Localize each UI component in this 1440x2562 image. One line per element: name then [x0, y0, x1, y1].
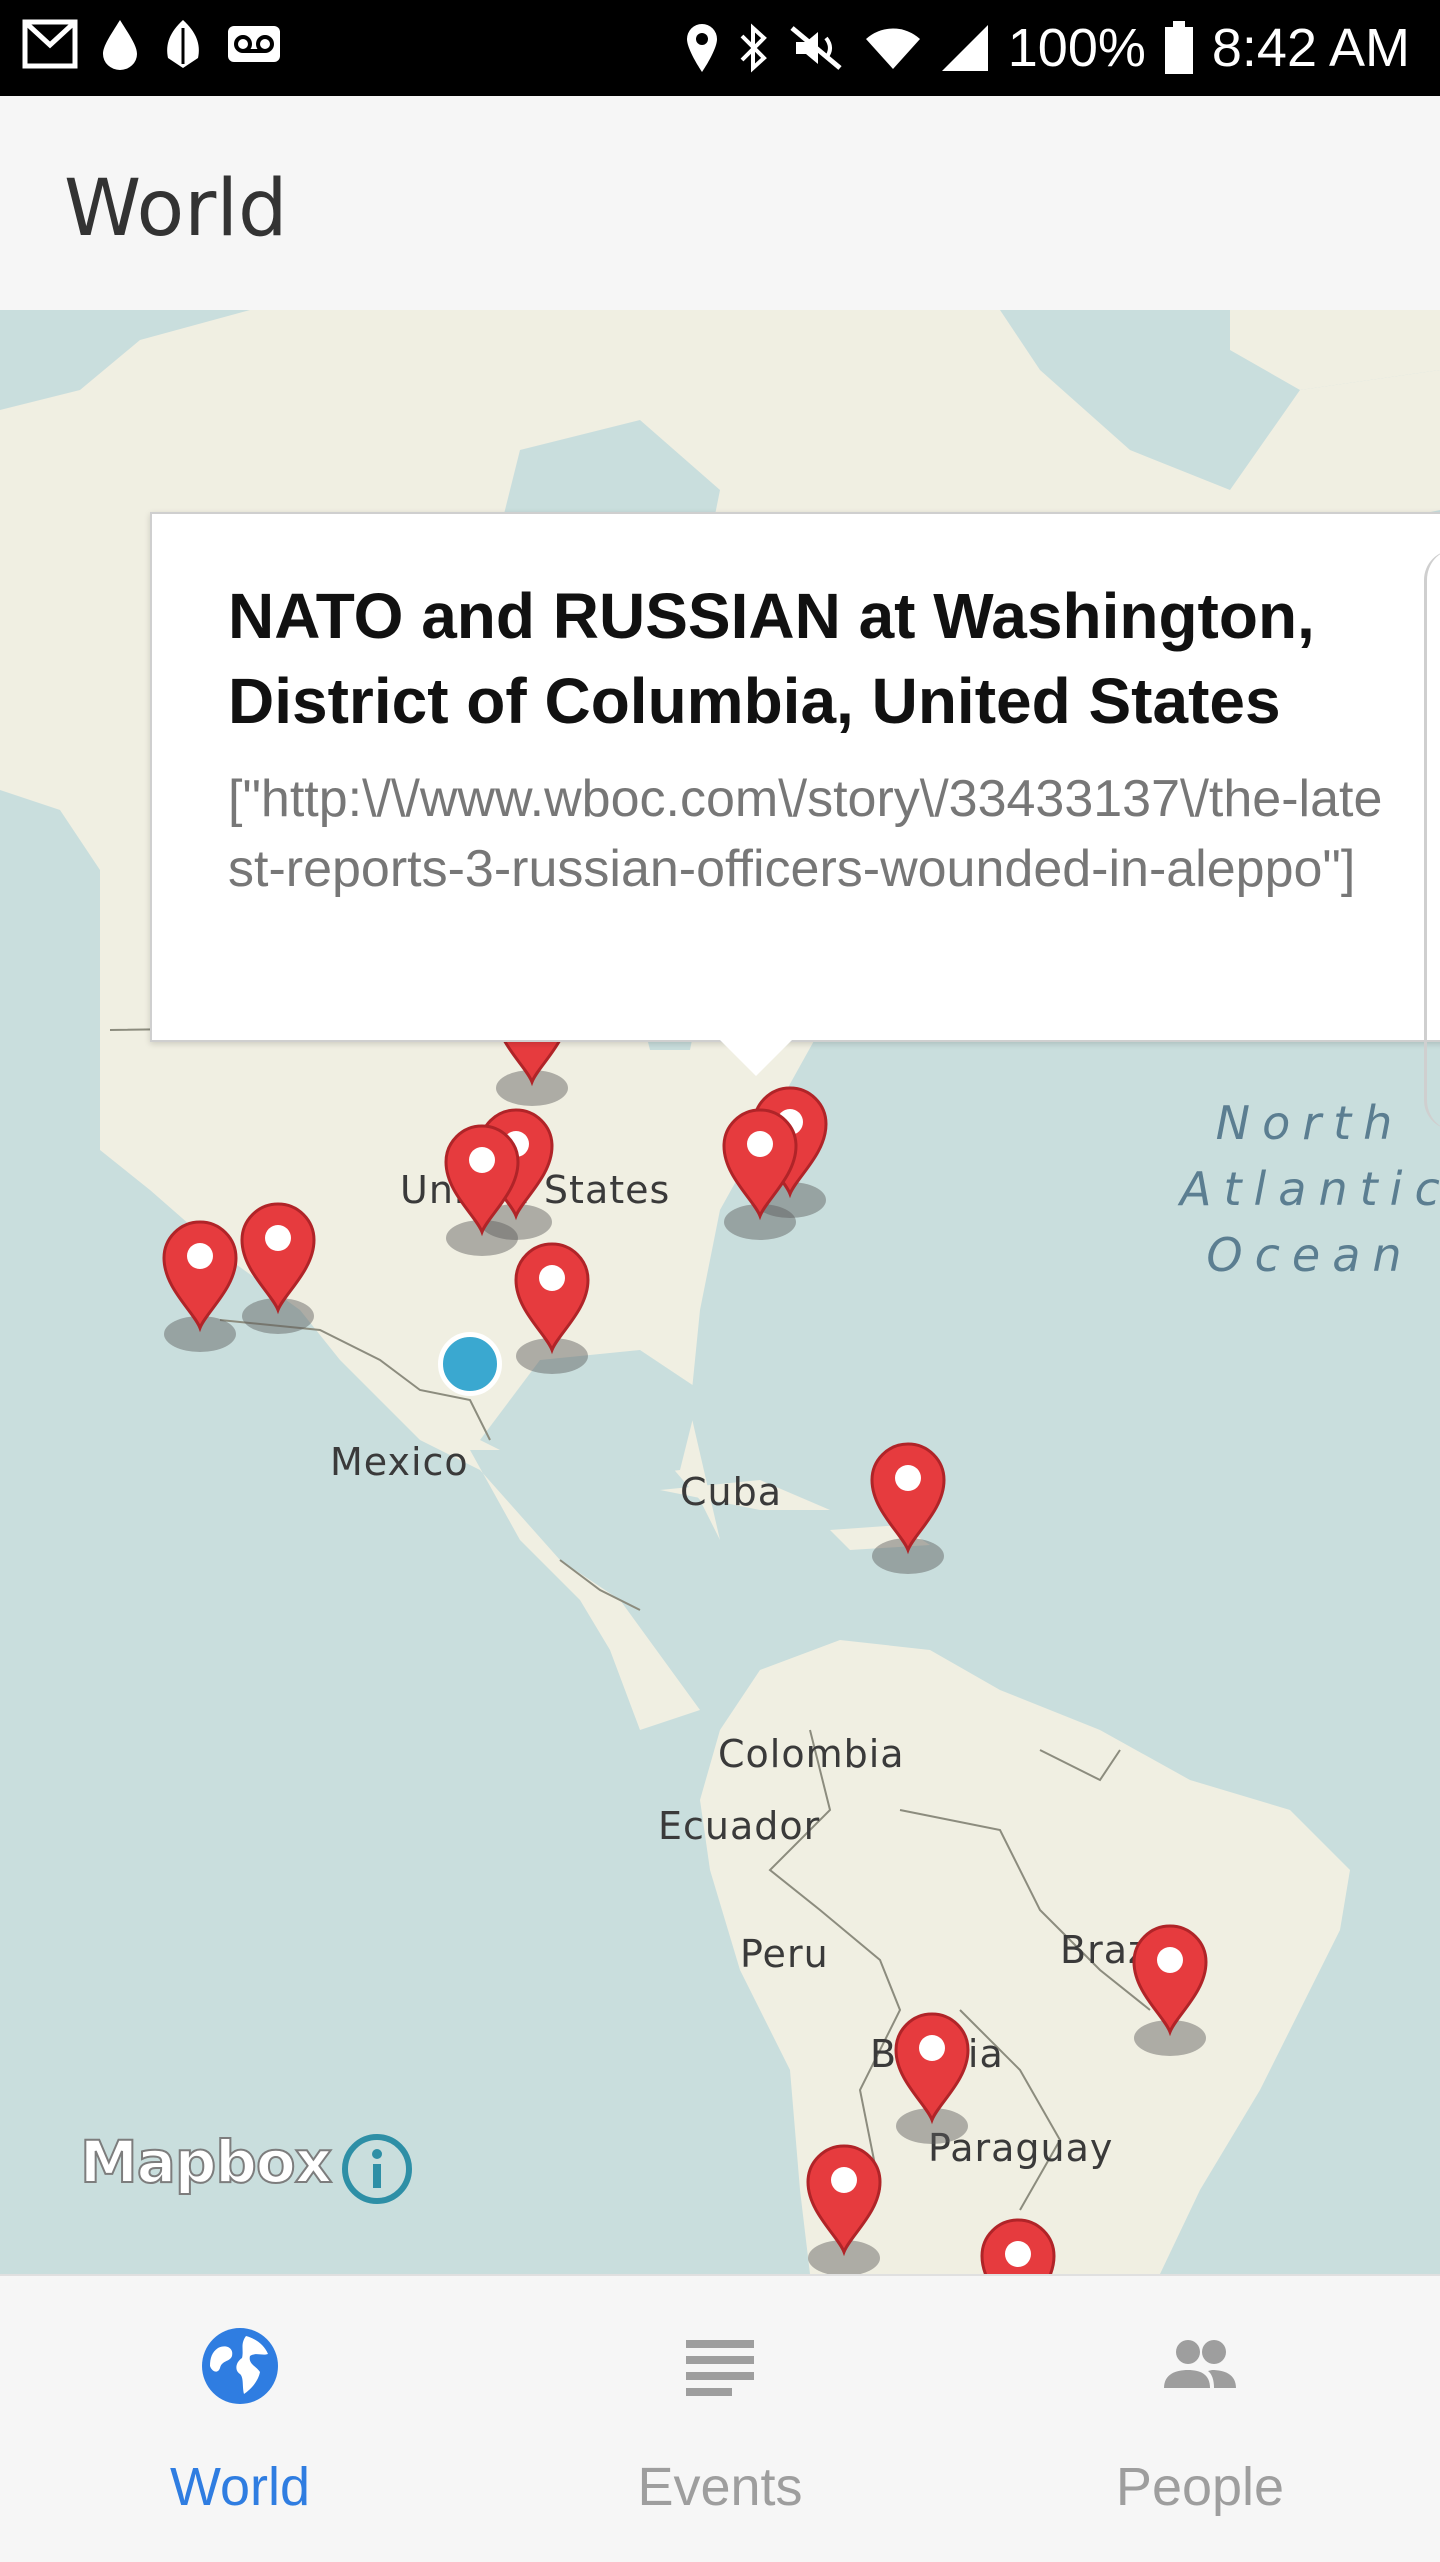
nav-item-people[interactable]: People [1050, 2276, 1350, 2562]
battery-icon [1164, 21, 1194, 75]
map-label-peru: Peru [740, 1932, 829, 1976]
nav-label-people: People [1115, 2457, 1285, 2517]
map-label-ecuador: Ecuador [658, 1804, 821, 1848]
callout-link[interactable]: ["http:\/\/www.wboc.com\/story\/33433137… [228, 764, 1388, 904]
nav-item-events[interactable]: Events [570, 2276, 870, 2562]
people-icon [1164, 2340, 1236, 2388]
nav-label-world: World [169, 2457, 311, 2517]
leaf-icon [162, 18, 204, 70]
marker-callout[interactable]: NATO and RUSSIAN at Washington, District… [150, 512, 1440, 1042]
mute-icon [786, 22, 846, 74]
callout-title: NATO and RUSSIAN at Washington, District… [228, 580, 1315, 737]
map-marker[interactable] [976, 2214, 1060, 2274]
app-bar: World [0, 96, 1440, 310]
list-icon [686, 2340, 754, 2396]
globe-icon [202, 2328, 278, 2404]
map-marker[interactable] [718, 1104, 802, 1244]
map-label-mexico: Mexico [330, 1440, 469, 1484]
location-icon [684, 22, 720, 74]
map-marker[interactable] [866, 1438, 950, 1578]
map-label-cuba: Cuba [680, 1470, 783, 1514]
map-marker[interactable] [802, 2140, 886, 2274]
mapbox-logo: Mapbox [79, 2127, 333, 2197]
callout-pointer [720, 1040, 792, 1076]
map-marker[interactable] [158, 1216, 242, 1356]
map-marker[interactable] [236, 1198, 320, 1338]
map-marker[interactable] [890, 2008, 974, 2148]
drop-icon [100, 18, 140, 70]
gmail-icon [22, 19, 78, 69]
map-marker[interactable] [510, 1238, 594, 1378]
bluetooth-icon [738, 22, 768, 74]
clock: 8:42 AM [1211, 18, 1410, 78]
wifi-icon [864, 25, 922, 71]
status-bar: 100% 8:42 AM [0, 0, 1440, 96]
callout-edge [1424, 550, 1440, 1130]
signal-icon [940, 23, 990, 73]
nav-label-events: Events [637, 2457, 803, 2517]
battery-percent: 100% [1007, 18, 1146, 78]
page-title: World [64, 164, 288, 254]
voicemail-icon [226, 24, 282, 64]
info-icon[interactable] [340, 2132, 414, 2206]
user-location-dot [438, 1332, 502, 1396]
map-label-colombia: Colombia [718, 1732, 905, 1776]
nav-item-world[interactable]: World [90, 2276, 390, 2562]
bottom-navigation: World Events People [0, 2274, 1440, 2560]
map-label-north-atlantic-ocean: North Atlantic Ocean [1180, 1096, 1440, 1282]
map-marker[interactable] [1128, 1920, 1212, 2060]
